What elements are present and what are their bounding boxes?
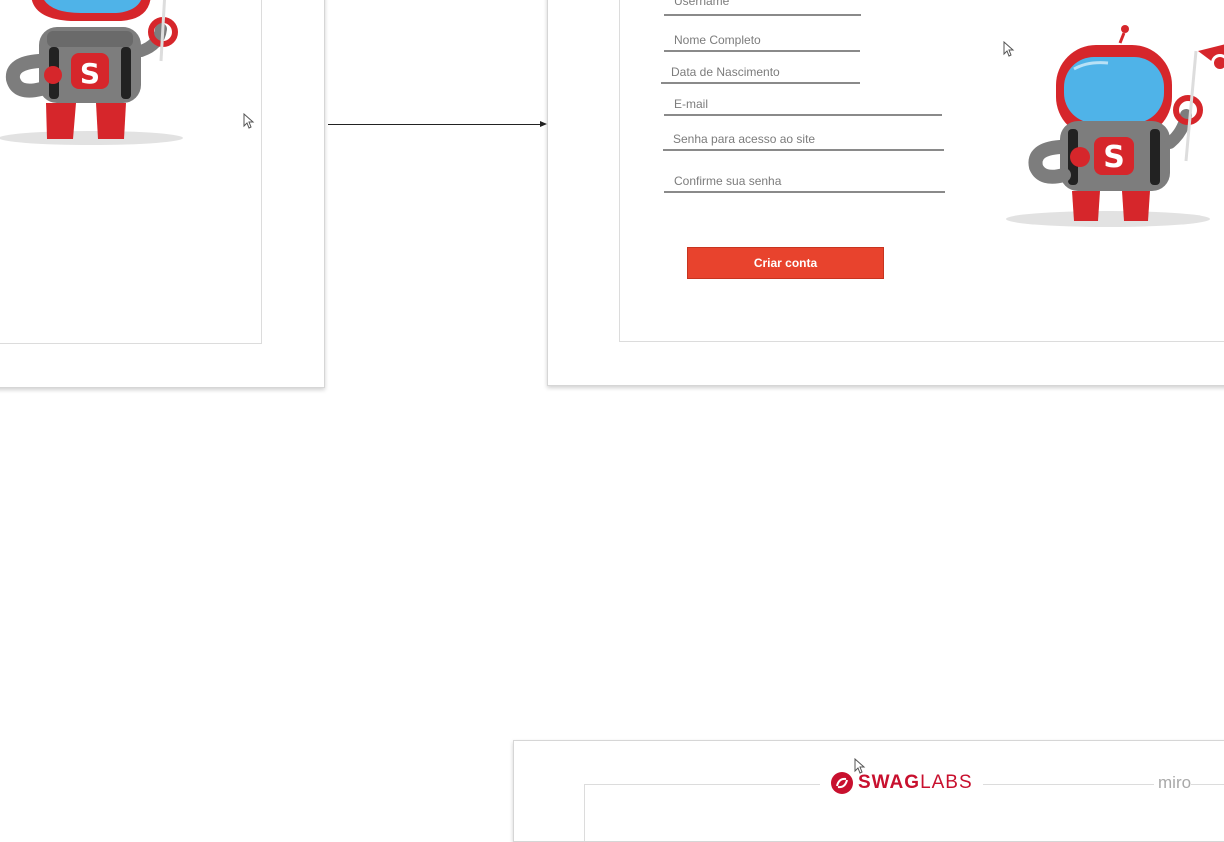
confirm-password-field[interactable]: Confirme sua senha bbox=[664, 167, 945, 193]
swaglabs-logo-text: SWAGLABS bbox=[858, 772, 973, 794]
email-placeholder: E-mail bbox=[674, 97, 709, 111]
logo-labs: LABS bbox=[920, 772, 973, 793]
password-placeholder: Senha para acesso ao site bbox=[673, 132, 816, 146]
birth-date-placeholder: Data de Nascimento bbox=[671, 65, 780, 79]
birth-date-field[interactable]: Data de Nascimento bbox=[661, 58, 860, 84]
robot-mascot-right: S bbox=[1006, 25, 1224, 227]
password-underline bbox=[663, 149, 944, 151]
confirm-password-placeholder: Confirme sua senha bbox=[674, 174, 782, 188]
email-underline bbox=[664, 114, 942, 116]
swaglabs-logo: SWAGLABS bbox=[820, 769, 983, 797]
robot-mascot-left: S bbox=[0, 0, 183, 145]
birth-date-underline bbox=[661, 82, 860, 84]
miro-watermark: miro bbox=[1154, 773, 1192, 793]
swaglabs-logo-icon bbox=[831, 772, 853, 794]
bottom-wireframe-frame: SWAGLABS miro bbox=[513, 740, 1224, 842]
password-field[interactable]: Senha para acesso ao site bbox=[663, 125, 944, 151]
confirm-password-underline bbox=[664, 191, 945, 193]
full-name-placeholder: Nome Completo bbox=[674, 33, 761, 47]
cursor-icon bbox=[854, 758, 866, 774]
logo-swag: SWAG bbox=[858, 772, 921, 793]
username-underline bbox=[664, 14, 861, 16]
flow-connector-arrowhead bbox=[540, 121, 547, 127]
flow-connector-line bbox=[328, 124, 541, 125]
svg-text:S: S bbox=[1103, 140, 1125, 175]
cursor-icon bbox=[243, 113, 255, 129]
signup-wireframe-frame: Username Nome Completo Data de Nasciment… bbox=[547, 0, 1224, 386]
username-field[interactable]: Username bbox=[664, 0, 861, 16]
left-wireframe-frame: S bbox=[0, 0, 325, 388]
full-name-field[interactable]: Nome Completo bbox=[664, 26, 860, 52]
create-account-button[interactable]: Criar conta bbox=[687, 247, 884, 279]
username-placeholder: Username bbox=[674, 0, 730, 8]
full-name-underline bbox=[664, 50, 860, 52]
email-field[interactable]: E-mail bbox=[664, 90, 942, 116]
svg-text:S: S bbox=[80, 57, 100, 90]
